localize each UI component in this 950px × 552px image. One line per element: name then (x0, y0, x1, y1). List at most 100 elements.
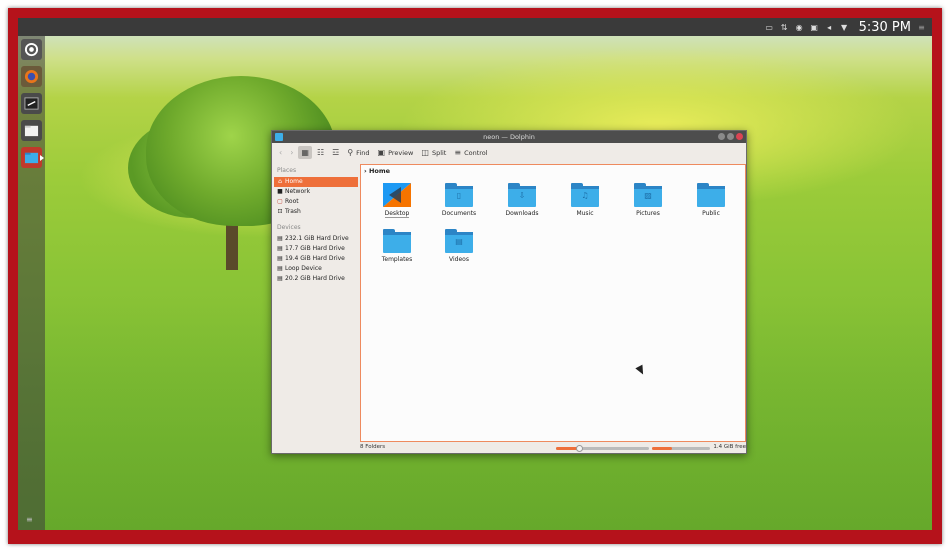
dolphin-launcher-button[interactable] (21, 147, 44, 168)
details-view-button[interactable]: ☲ (329, 146, 342, 159)
folder-item[interactable]: ⇩ Downloads (496, 183, 548, 217)
folder-item[interactable]: ▤ Videos (433, 229, 485, 263)
files-icon (24, 125, 39, 137)
device-item[interactable]: ▤ 232.1 GiB Hard Drive (274, 234, 358, 244)
disk-space-bar (652, 447, 710, 450)
control-menu-icon: ≡ (454, 148, 462, 157)
terminal-launcher-button[interactable] (21, 93, 42, 114)
hard-drive-icon: ▤ (277, 275, 283, 282)
battery-icon[interactable]: ▣ (810, 23, 819, 32)
window-titlebar[interactable]: neon — Dolphin (272, 131, 746, 143)
details-view-icon: ☲ (332, 148, 340, 157)
compact-view-button[interactable]: ☷ (314, 146, 327, 159)
minimize-button[interactable] (718, 133, 725, 140)
folder-label: Documents (441, 210, 477, 217)
status-bar: 8 Folders 1.4 GiB free (360, 444, 746, 453)
documents-folder-icon: ▯ (445, 183, 473, 207)
preview-label: Preview (388, 148, 414, 157)
public-folder-icon (697, 183, 725, 207)
device-item[interactable]: ▤ 17.7 GiB Hard Drive (274, 244, 358, 254)
device-item[interactable]: ▤ Loop Device (274, 264, 358, 274)
launcher: ≡ (18, 36, 45, 530)
folder-count: 8 Folders (360, 444, 386, 450)
folder-item[interactable]: Desktop (371, 183, 423, 218)
desktop-folder-icon (383, 183, 411, 207)
top-panel: ▭ ⇅ ◉ ▣ ◂ ▼ 5:30 PM ≡ (18, 18, 932, 36)
folder-label: Downloads (505, 210, 539, 217)
files-launcher-button[interactable] (21, 120, 42, 141)
close-button[interactable] (736, 133, 743, 140)
toolbar: ‹ › ▦ ☷ ☲ ⚲ Find ▣ Preview ◫ Split ≡ Control (272, 143, 746, 162)
volume-icon[interactable]: ◂ (825, 23, 834, 32)
system-tray: ▭ ⇅ ◉ ▣ ◂ ▼ 5:30 PM ≡ (765, 18, 926, 36)
menu-arrow-icon[interactable]: ▼ (840, 23, 849, 32)
network-icon: ■ (277, 188, 283, 195)
split-icon: ◫ (421, 148, 429, 157)
place-label: Network (285, 188, 311, 195)
folder-item[interactable]: ▯ Documents (433, 183, 485, 217)
icons-view-button[interactable]: ▦ (298, 146, 312, 159)
hard-drive-icon: ▤ (277, 255, 283, 262)
places-panel: Places ⌂ Home ■ Network ▢ Root ⊡ Trash Devic… (274, 164, 358, 442)
split-button[interactable]: ◫ Split (418, 146, 449, 159)
templates-folder-icon (383, 229, 411, 253)
hard-drive-icon: ▤ (277, 235, 283, 242)
clock[interactable]: 5:30 PM (859, 20, 911, 35)
firefox-icon (24, 69, 39, 84)
launcher-menu-icon[interactable]: ≡ (26, 516, 36, 524)
folder-label: Templates (381, 256, 413, 263)
place-label: Home (285, 178, 303, 185)
folder-item[interactable]: Templates (371, 229, 423, 263)
root-icon: ▢ (277, 198, 283, 205)
back-button[interactable]: ‹ (276, 146, 285, 159)
record-icon[interactable]: ◉ (795, 23, 804, 32)
file-view[interactable]: › Home Desktop ▯ Documents ⇩ Downloads ♫… (360, 164, 746, 442)
app-icon[interactable] (275, 133, 283, 141)
place-home[interactable]: ⌂ Home (274, 177, 358, 187)
breadcrumb-home[interactable]: Home (369, 167, 390, 175)
split-label: Split (431, 148, 447, 157)
home-icon: ⌂ (278, 178, 282, 185)
folder-item[interactable]: ▨ Pictures (622, 183, 674, 217)
forward-button[interactable]: › (287, 146, 296, 159)
preview-button[interactable]: ▣ Preview (375, 146, 417, 159)
forward-icon: › (290, 148, 294, 157)
music-folder-icon: ♫ (571, 183, 599, 207)
device-label: 17.7 GiB Hard Drive (285, 245, 345, 252)
maximize-button[interactable] (727, 133, 734, 140)
window-controls (718, 133, 743, 140)
disk-space-fill (652, 447, 673, 450)
network-icon[interactable]: ⇅ (780, 23, 789, 32)
firefox-launcher-button[interactable] (21, 66, 42, 87)
compact-view-icon: ☷ (316, 148, 325, 157)
device-item[interactable]: ▤ 19.4 GiB Hard Drive (274, 254, 358, 264)
place-trash[interactable]: ⊡ Trash (274, 207, 358, 217)
device-label: 20.2 GiB Hard Drive (285, 275, 345, 282)
zoom-slider-handle[interactable] (576, 445, 584, 452)
find-label: Find (356, 148, 370, 157)
keyboard-icon[interactable]: ▭ (765, 23, 774, 32)
folder-label: Music (576, 210, 594, 217)
device-label: 19.4 GiB Hard Drive (285, 255, 345, 262)
device-item[interactable]: ▤ 20.2 GiB Hard Drive (274, 274, 358, 284)
pictures-folder-icon: ▨ (634, 183, 662, 207)
control-button[interactable]: ≡ Control (451, 146, 490, 159)
folder-label: Videos (449, 256, 469, 263)
device-label: 232.1 GiB Hard Drive (285, 235, 349, 242)
place-network[interactable]: ■ Network (274, 187, 358, 197)
folder-item[interactable]: Public (685, 183, 737, 217)
zoom-slider[interactable] (556, 445, 649, 452)
settings-launcher-button[interactable] (21, 39, 42, 60)
place-root[interactable]: ▢ Root (274, 197, 358, 207)
videos-folder-icon: ▤ (445, 229, 473, 253)
folder-label: Desktop (384, 210, 410, 218)
terminal-icon (24, 97, 39, 110)
folder-item[interactable]: ♫ Music (559, 183, 611, 217)
devices-header: Devices (277, 224, 301, 231)
breadcrumb[interactable]: › Home (361, 165, 745, 177)
session-menu-icon[interactable]: ≡ (917, 23, 926, 32)
find-button[interactable]: ⚲ Find (344, 146, 372, 159)
settings-icon (24, 42, 39, 57)
device-label: Loop Device (285, 265, 322, 272)
hard-drive-icon: ▤ (277, 245, 283, 252)
